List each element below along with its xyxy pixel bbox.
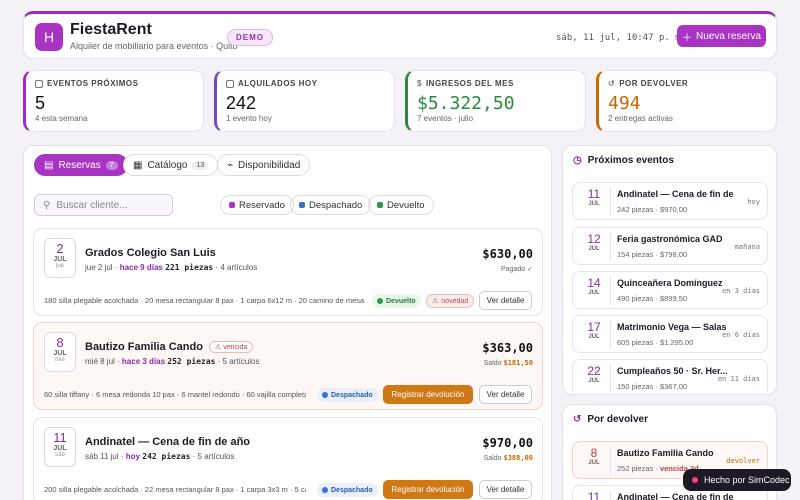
balance-due: Saldo $388,00 [483, 454, 533, 462]
stat-value: 242 [226, 93, 257, 113]
activity-icon: ⌁ [227, 159, 234, 171]
overdue-badge: ⚠ vencida [208, 341, 254, 353]
payment-status: Pagado ✓ [501, 266, 533, 273]
filter-devuelto[interactable]: Devuelto [368, 195, 434, 215]
reservation-card[interactable]: 2 JUL jue Grados Colegio San Luis jue 2 ju… [33, 228, 543, 316]
date-box: 2 JUL jue [44, 238, 76, 278]
register-return-button[interactable]: Registrar devolución [383, 480, 473, 499]
status-badge: Despachado [317, 388, 378, 402]
date-box: 8 JUL mié [44, 332, 76, 372]
calendar-icon [35, 79, 43, 88]
stat-note: 4 esta semana [35, 114, 88, 123]
upcoming-events-panel: ◷ Próximos eventos 11 JUL Andinatel — Cena … [562, 145, 777, 395]
app-header: H FiestaRent Alquiler de mobiliario para… [23, 11, 777, 59]
event-item[interactable]: 22 JUL Cumpleaños 50 · Sr. Her... 150 pieza… [572, 359, 768, 392]
return-icon: ↺ [608, 79, 616, 88]
date-box: 11 JUL sáb [44, 427, 76, 467]
stat-value: $5.322,50 [417, 93, 515, 114]
clock-icon: ◷ [573, 155, 582, 166]
warning-icon: ⚠ [214, 344, 222, 351]
grid-icon: ▦ [133, 159, 143, 171]
filter-reservado[interactable]: Reservado [220, 195, 294, 215]
stat-note: 1 evento hoy [226, 114, 272, 123]
dollar-icon: $ [417, 79, 422, 88]
filter-despachado[interactable]: Despachado [290, 195, 372, 215]
stat-value: 5 [35, 93, 46, 113]
tab-disponibilidad[interactable]: ⌁ Disponibilidad [217, 154, 311, 176]
reservation-amount: $970,00 [482, 436, 533, 450]
brand-name: FiestaRent [70, 21, 152, 38]
search-icon: ⚲ [43, 199, 51, 211]
status-badge: Devuelto [372, 294, 421, 308]
new-reservation-button[interactable]: ＋ Nueva reserva [677, 25, 766, 47]
reservation-items: 180 silla plegable acolchada · 20 mesa r… [44, 296, 364, 305]
reservation-amount: $363,00 [482, 341, 533, 355]
box-icon [226, 79, 234, 88]
reservation-title: Grados Colegio San Luis [85, 247, 216, 259]
reservation-title: Andinatel — Cena de fin de año [85, 436, 251, 448]
event-item[interactable]: 14 JUL Quinceañera Domínguez 490 piezas · $… [572, 271, 768, 309]
event-item[interactable]: 17 JUL Matrimonio Vega — Salas 605 piezas ·… [572, 315, 768, 353]
warning-icon: ⚠ [432, 298, 439, 305]
reservation-meta: sáb 11 jul · hoy 242 piezas · 5 artículo… [85, 452, 235, 461]
stat-upcoming-events: EVENTOS PRÓXIMOS 5 4 esta semana [23, 70, 204, 132]
reservations-panel: ▤ Reservas 7 ▦ Catálogo 13 ⌁ Disponibilidad ⚲… [23, 145, 552, 500]
reservation-items: 60 silla tiffany · 6 mesa redonda 10 pax… [44, 390, 306, 399]
plus-icon: ＋ [681, 32, 692, 44]
stat-note: 7 eventos · julio [417, 114, 474, 123]
calendar-icon: ▤ [44, 159, 54, 171]
app-logo: H [35, 23, 63, 51]
stat-month-income: $ INGRESOS DEL MES $5.322,50 7 eventos · … [405, 70, 586, 132]
status-badge: Despachado [317, 483, 378, 497]
made-by-toast[interactable]: Hecho por SimCodec [683, 469, 791, 491]
view-detail-button[interactable]: Ver detalle [479, 291, 532, 310]
dot-icon [692, 477, 698, 483]
view-detail-button[interactable]: Ver detalle [479, 385, 532, 404]
view-detail-button[interactable]: Ver detalle [479, 480, 532, 499]
stat-rented-today: ALQUILADOS HOY 242 1 evento hoy [214, 70, 395, 132]
event-item[interactable]: 11JULAndinatel — Cena de fin de año242 p… [572, 182, 768, 220]
return-icon: ↺ [573, 414, 582, 425]
stat-to-return: ↺ POR DEVOLVER 494 2 entregas activas [596, 70, 777, 132]
tab-reservas[interactable]: ▤ Reservas 7 [34, 154, 128, 176]
reservation-meta: mié 8 jul · hace 3 días 252 piezas · 5 a… [85, 357, 260, 366]
event-item[interactable]: 12 JUL Feria gastronómica GAD 154 piezas · … [572, 227, 768, 265]
current-datetime: sáb, 11 jul, 10:47 p. m. [556, 33, 687, 43]
reservation-card[interactable]: 11 JUL sáb Andinatel — Cena de fin de año … [33, 417, 543, 500]
stat-value: 494 [608, 93, 641, 114]
stat-note: 2 entregas activas [608, 114, 673, 123]
reservation-meta: jue 2 jul · hace 9 días 221 piezas · 4 a… [85, 263, 258, 272]
reservation-amount: $630,00 [482, 247, 533, 261]
reservation-items: 200 silla plegable acolchada · 22 mesa r… [44, 485, 306, 494]
novelty-badge: ⚠ novedad [426, 294, 475, 308]
demo-badge: DEMO [227, 29, 273, 46]
search-input[interactable]: ⚲ Buscar cliente... [34, 194, 173, 216]
reservation-card[interactable]: 8 JUL mié Bautizo Familia Cando ⚠ vencida m… [33, 322, 543, 410]
register-return-button[interactable]: Registrar devolución [383, 385, 473, 404]
tab-catalogo[interactable]: ▦ Catálogo 13 [123, 154, 219, 176]
reservation-title: Bautizo Familia Cando ⚠ vencida [85, 341, 254, 353]
brand-subtitle: Alquiler de mobiliario para eventos · Qu… [70, 41, 238, 51]
balance-due: Saldo $181,50 [483, 359, 533, 367]
